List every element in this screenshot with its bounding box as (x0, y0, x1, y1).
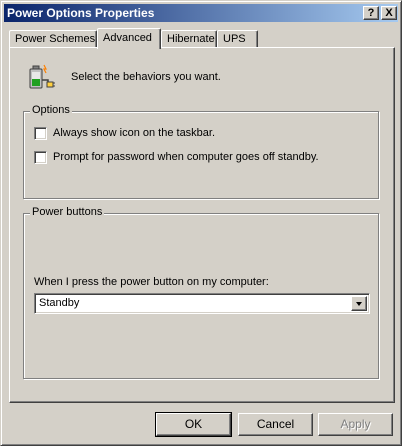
power-button-action-select[interactable]: Standby (34, 293, 370, 314)
prompt-password-label[interactable]: Prompt for password when computer goes o… (53, 151, 319, 163)
cancel-button[interactable]: Cancel (238, 413, 313, 436)
tab-advanced[interactable]: Advanced (97, 28, 161, 49)
power-button-prompt: When I press the power button on my comp… (34, 276, 269, 288)
close-button[interactable]: X (381, 6, 397, 20)
window-title: Power Options Properties (7, 6, 155, 20)
prompt-password-checkbox[interactable] (34, 150, 47, 164)
options-group: Options Always show icon on the taskbar.… (23, 104, 379, 199)
prompt-password-option[interactable]: Prompt for password when computer goes o… (34, 150, 319, 164)
tab-power-schemes[interactable]: Power Schemes (9, 30, 97, 48)
title-bar[interactable]: Power Options Properties ? X (4, 4, 398, 22)
tab-hibernate[interactable]: Hibernate (161, 30, 217, 48)
power-buttons-group: Power buttons When I press the power but… (23, 206, 379, 379)
power-buttons-group-label: Power buttons (30, 206, 105, 218)
apply-button: Apply (318, 413, 393, 436)
header-text: Select the behaviors you want. (71, 71, 221, 83)
always-show-icon-option[interactable]: Always show icon on the taskbar. (34, 126, 215, 140)
battery-plug-icon (29, 64, 55, 89)
options-group-label: Options (30, 104, 72, 116)
power-button-action-value: Standby (39, 297, 80, 309)
always-show-icon-checkbox[interactable] (34, 126, 47, 140)
always-show-icon-label[interactable]: Always show icon on the taskbar. (53, 127, 215, 139)
advanced-tab-panel: Select the behaviors you want. Options A… (9, 47, 395, 403)
tab-ups[interactable]: UPS (217, 30, 258, 48)
ok-button[interactable]: OK (155, 412, 232, 437)
power-options-dialog: Power Options Properties ? X Power Schem… (0, 0, 402, 446)
help-button[interactable]: ? (363, 6, 379, 20)
chevron-down-icon[interactable] (351, 296, 367, 311)
